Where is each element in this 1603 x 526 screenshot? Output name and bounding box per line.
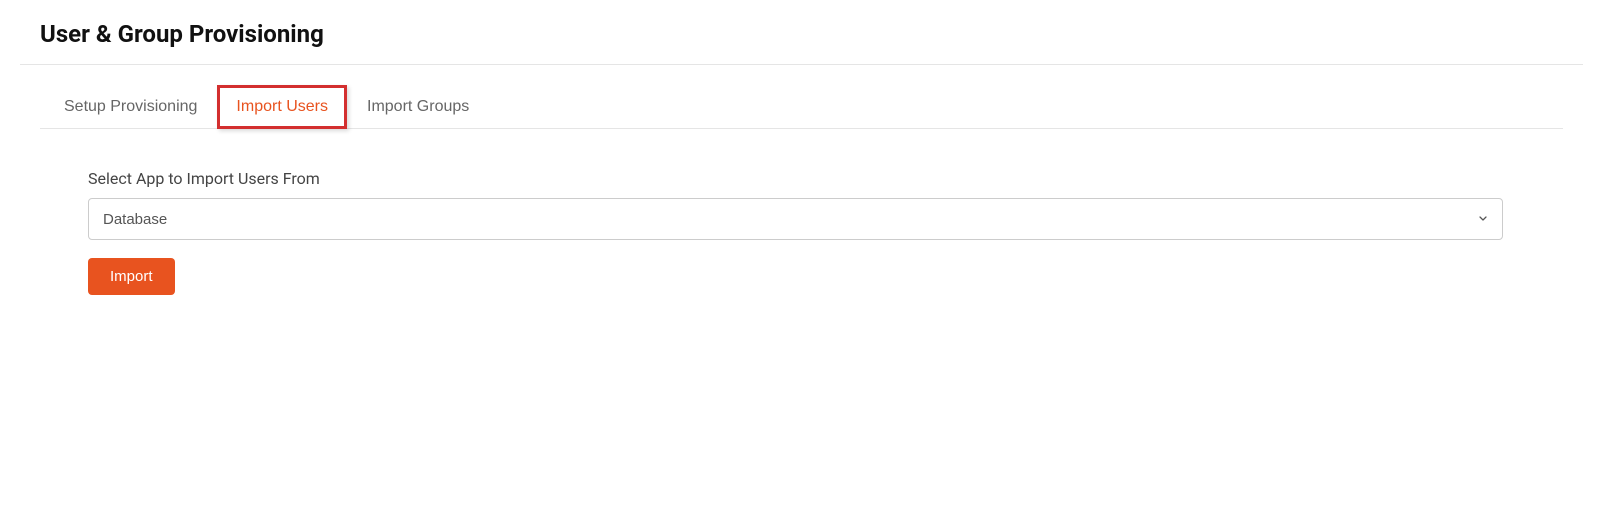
tabs-container: Setup Provisioning Import Users Import G… [40,85,1563,129]
select-app-label: Select App to Import Users From [88,169,1503,188]
tab-content: Select App to Import Users From Database… [40,169,1563,295]
select-app-dropdown[interactable]: Database [88,198,1503,240]
tab-import-groups[interactable]: Import Groups [351,85,485,128]
page-title: User & Group Provisioning [40,20,1563,48]
tab-import-users[interactable]: Import Users [217,85,347,129]
select-app-wrapper: Database [88,198,1503,240]
import-button[interactable]: Import [88,258,175,295]
tab-setup-provisioning[interactable]: Setup Provisioning [48,85,213,128]
header-divider [20,64,1583,65]
